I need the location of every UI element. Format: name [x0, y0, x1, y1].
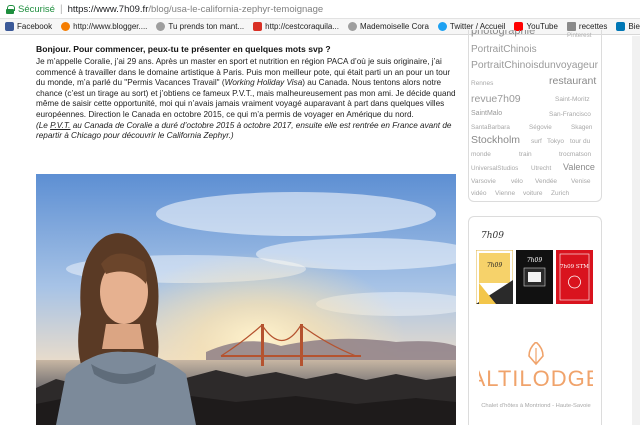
twitter-icon — [437, 22, 447, 31]
bookmark-label: Tu prends ton mant... — [168, 22, 245, 31]
bookmark-label: http://cestcoraquila... — [265, 22, 339, 31]
altilodge-logo[interactable]: ALTILODGE — [479, 342, 593, 402]
interview-answer: Je m’appelle Coralie, j’ai 29 ans. Après… — [36, 57, 456, 121]
tag-link[interactable]: Saint-Moritz — [555, 96, 590, 103]
tag-link[interactable]: Vienne — [495, 190, 515, 197]
tag-link[interactable]: vélo — [511, 178, 523, 185]
bookmark-bienvenue[interactable]: Bienvenue — [616, 22, 640, 31]
tag-link[interactable]: train — [519, 151, 532, 158]
tag-link[interactable]: revue7h09 — [471, 93, 521, 105]
tag-link[interactable]: SaintMalo — [471, 110, 502, 117]
tag-link[interactable]: trocmatson — [559, 151, 591, 158]
tag-link[interactable]: restaurant — [549, 75, 596, 87]
tag-link[interactable]: SantaBarbara — [471, 124, 510, 131]
answer-italic: Working Holiday Visa — [224, 78, 303, 88]
bookmark-icon — [253, 22, 263, 31]
bookmark-tu-prends[interactable]: Tu prends ton mant... — [156, 22, 244, 31]
linkedin-icon — [616, 22, 626, 31]
thumb-3-label: 7h09 STM — [560, 264, 589, 270]
bookmark-facebook[interactable]: Facebook — [5, 22, 52, 31]
tag-link[interactable]: Vendée — [535, 178, 557, 185]
tag-link[interactable]: Skagen — [571, 124, 592, 131]
tag-link[interactable]: Valence — [563, 162, 595, 172]
tag-link[interactable]: voiture — [523, 190, 543, 197]
tag-link[interactable]: Stockholm — [471, 134, 520, 146]
article-note: (Le P.V.T. au Canada de Coralie a duré d… — [36, 121, 456, 142]
altilodge-wordmark: ALTILODGE — [479, 366, 593, 391]
promo-thumb-1[interactable]: 7h09 — [476, 250, 513, 304]
tag-link[interactable]: Rennes — [471, 80, 493, 87]
tag-link[interactable]: PortraitChinois — [471, 44, 537, 55]
tag-link[interactable]: Venise — [571, 178, 591, 185]
bookmark-mademoiselle-cora[interactable]: Mademoiselle Cora — [347, 22, 429, 31]
sidebar-promo: 7h09 7h09 7h09 7h09 STM ALTILODGE Chalet… — [468, 216, 602, 425]
tag-cloud: photographie Pinterest PortraitChinois P… — [468, 30, 602, 202]
tag-link[interactable]: PortraitChinoisdunvoyageur — [471, 60, 598, 71]
tag-link[interactable]: surf — [531, 138, 542, 145]
facebook-icon — [5, 22, 14, 31]
tag-link[interactable]: Zurich — [551, 190, 569, 197]
article-photo — [36, 174, 456, 425]
note-rest: au Canada de Coralie a duré d’octobre 20… — [36, 120, 452, 141]
address-bar[interactable]: Sécurisé | https://www.7h09.fr/blog/usa-… — [0, 0, 640, 19]
tag-link[interactable]: tour du — [570, 138, 590, 145]
tag-link[interactable]: Ségovie — [529, 124, 552, 131]
article-text: Bonjour. Pour commencer, peux-tu te prés… — [36, 44, 456, 142]
tag-link[interactable]: Pinterest — [567, 32, 591, 39]
blogger-icon — [61, 22, 71, 31]
bookmark-cestcoraquila[interactable]: http://cestcoraquila... — [253, 22, 339, 31]
tag-link[interactable]: San-Francisco — [549, 111, 591, 118]
thumb-1-label: 7h09 — [487, 262, 502, 269]
url-host: https://www.7h09.fr — [67, 3, 149, 15]
thumb-2-label: 7h09 — [527, 257, 542, 264]
globe-icon — [156, 22, 166, 31]
address-separator: | — [59, 3, 63, 15]
7h09-logo[interactable]: 7h09 — [481, 231, 504, 241]
bookmark-label: Facebook — [17, 22, 53, 31]
golden-gate-photo — [36, 174, 456, 425]
interview-question: Bonjour. Pour commencer, peux-tu te prés… — [36, 44, 331, 54]
page-scrollbar[interactable] — [632, 36, 640, 425]
secure-label: Sécurisé — [18, 3, 55, 15]
bookmark-blogger[interactable]: http://www.blogger.... — [61, 22, 147, 31]
lock-icon — [6, 4, 15, 14]
pvt-link[interactable]: P.V.T. — [50, 121, 70, 130]
note-open: (Le — [36, 120, 51, 130]
tag-link[interactable]: UniversalStudios — [471, 165, 518, 172]
globe-icon — [347, 22, 357, 31]
tag-link[interactable]: Utrecht — [531, 165, 551, 172]
bookmark-label: http://www.blogger.... — [73, 22, 148, 31]
bookmark-label: Bienvenue — [628, 22, 640, 31]
promo-thumb-3[interactable]: 7h09 STM — [556, 250, 593, 304]
tag-link[interactable]: monde — [471, 151, 491, 158]
url-path: /blog/usa-le-california-zephyr-temoignag… — [148, 3, 324, 15]
promo-thumb-2[interactable]: 7h09 — [516, 250, 553, 304]
bookmark-label: Mademoiselle Cora — [359, 22, 429, 31]
tag-link[interactable]: photographie — [471, 30, 535, 37]
tag-link[interactable]: Varsovie — [471, 178, 496, 185]
altilodge-subtitle: Chalet d’hôtes à Montriond - Haute-Savoi… — [481, 403, 591, 409]
tag-link[interactable]: Tokyo — [547, 138, 564, 145]
url-text[interactable]: https://www.7h09.fr/blog/usa-le-californ… — [68, 4, 324, 15]
tag-link[interactable]: vidéo — [471, 190, 487, 197]
